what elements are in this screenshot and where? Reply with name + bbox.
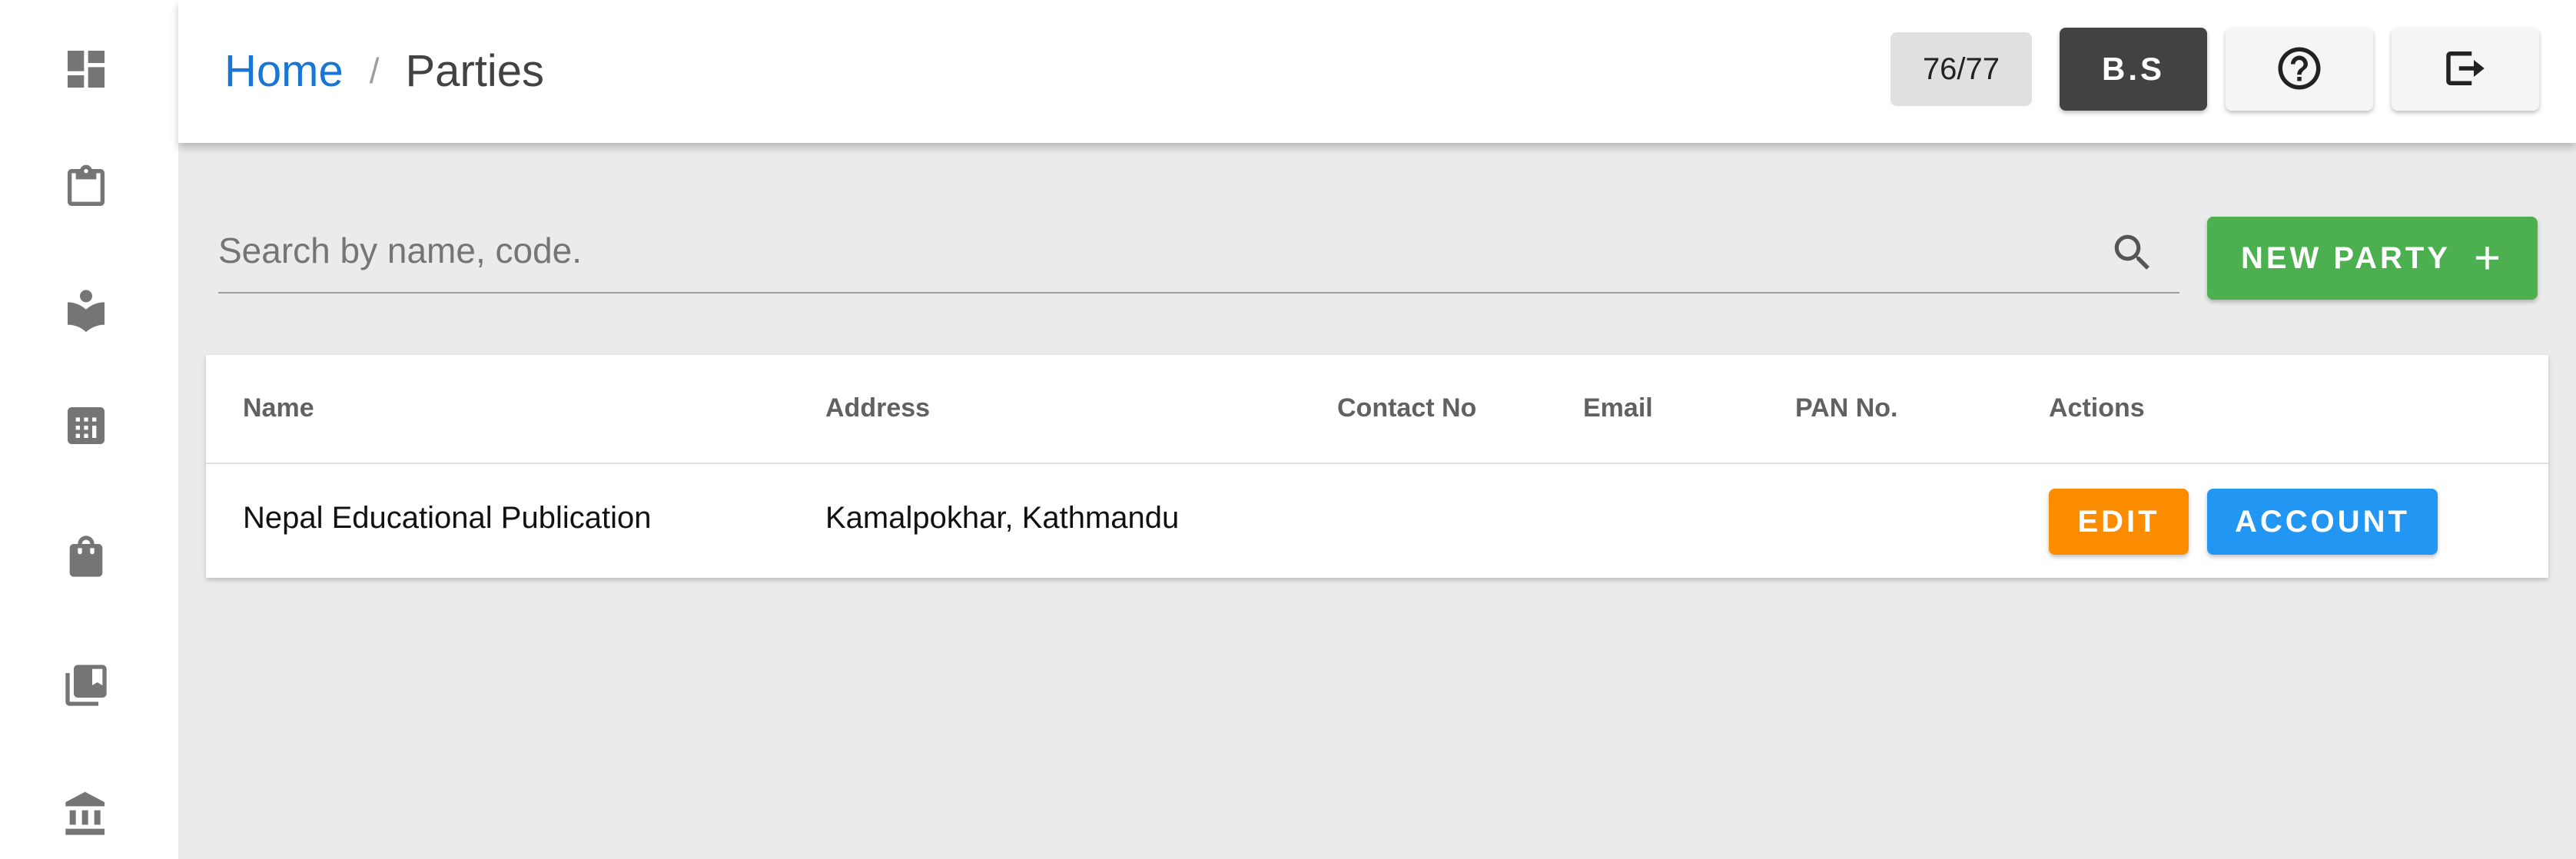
app-root: Home / Parties 76/77 B.S NEW PARTY +	[0, 0, 2576, 859]
bank-icon[interactable]	[60, 788, 112, 841]
column-header-address: Address	[825, 393, 931, 423]
page-title: Parties	[405, 45, 545, 96]
party-name-cell: Nepal Educational Publication	[243, 501, 652, 535]
new-party-button[interactable]: NEW PARTY +	[2207, 217, 2538, 300]
top-header: Home / Parties 76/77 B.S	[178, 0, 2576, 143]
column-header-name: Name	[243, 393, 314, 423]
breadcrumb-separator: /	[369, 51, 380, 91]
shopping-bag-icon[interactable]	[60, 530, 112, 582]
plus-icon: +	[2473, 232, 2505, 284]
help-circle-icon	[2274, 43, 2325, 96]
breadcrumb: Home / Parties	[224, 41, 544, 100]
search-field	[218, 207, 2179, 294]
dashboard-icon[interactable]	[60, 43, 112, 95]
column-header-email: Email	[1583, 393, 1653, 423]
logout-button[interactable]	[2392, 28, 2539, 111]
breadcrumb-home-link[interactable]: Home	[224, 45, 344, 97]
new-party-label: NEW PARTY	[2240, 240, 2451, 275]
search-icon[interactable]	[2109, 229, 2156, 277]
account-button[interactable]: ACCOUNT	[2207, 489, 2438, 555]
column-header-actions: Actions	[2049, 393, 2145, 423]
party-address-cell: Kamalpokhar, Kathmandu	[825, 501, 1180, 535]
logout-icon	[2440, 43, 2491, 96]
clipboard-icon[interactable]	[60, 161, 112, 214]
search-input[interactable]	[218, 221, 2086, 280]
table-header: Name Address Contact No Email PAN No. Ac…	[206, 355, 2548, 464]
column-header-pan: PAN No.	[1795, 393, 1898, 423]
reading-book-icon[interactable]	[60, 284, 112, 337]
sidebar	[0, 0, 178, 859]
bs-date-toggle-button[interactable]: B.S	[2060, 28, 2207, 111]
fiscal-counter-badge: 76/77	[1891, 32, 2032, 106]
parties-table: Name Address Contact No Email PAN No. Ac…	[206, 355, 2548, 578]
help-button[interactable]	[2226, 28, 2373, 111]
edit-button[interactable]: EDIT	[2049, 489, 2189, 555]
column-header-contact: Contact No	[1337, 393, 1477, 423]
books-icon[interactable]	[60, 659, 112, 711]
table-row: Nepal Educational Publication Kamalpokha…	[206, 466, 2548, 578]
calculator-icon[interactable]	[60, 400, 112, 452]
